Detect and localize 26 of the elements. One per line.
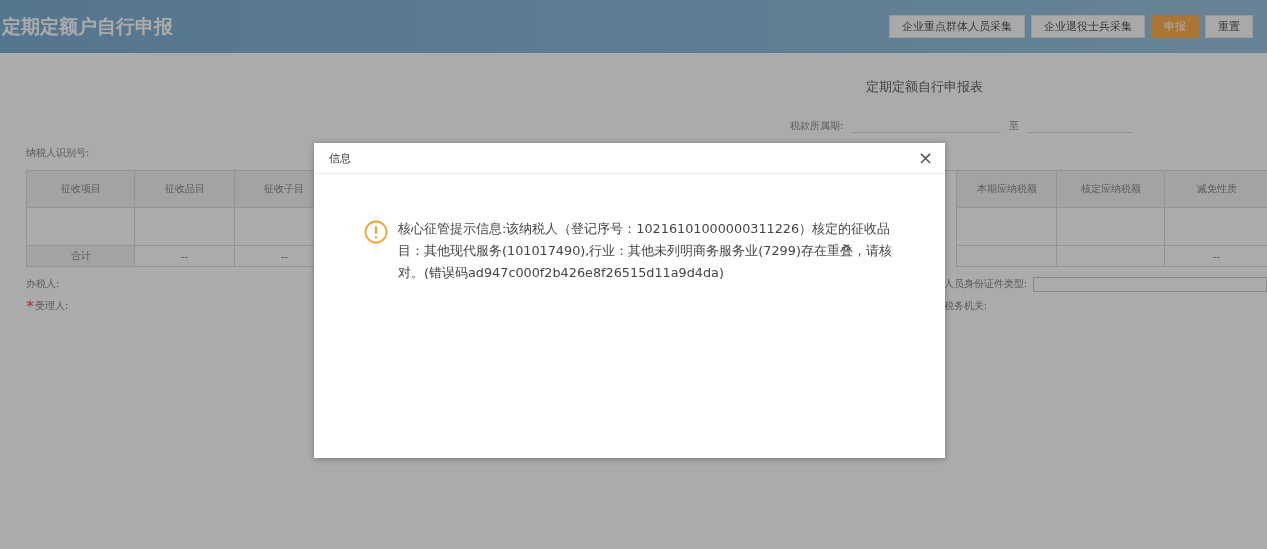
dialog-message: 核心征管提示信息:该纳税人（登记序号：10216101000000311226）核定的征收品目：其他现代服务(101017490),行业：其他未列明商务服务业(7299)存在重叠，请核对。(错误码ad947c000f2b426e8f26515d11a9d4da)	[398, 220, 893, 282]
header-button[interactable]: 企业重点群体人员采集	[889, 15, 1025, 38]
field-label: 税款所属期:	[790, 119, 844, 133]
page-title: 定期定额户自行申报	[1, 13, 173, 39]
required-mark: *	[26, 296, 34, 316]
close-button[interactable]: ×	[917, 149, 933, 167]
column-header: 核定应纳税额	[1057, 171, 1165, 208]
dialog-title: 信息	[329, 150, 351, 166]
field-label: 办税人:	[26, 277, 60, 291]
column-header: 本期应纳税额	[957, 171, 1057, 208]
table-cell: --	[1165, 246, 1267, 267]
field-label: 至	[1009, 119, 1020, 133]
column-header: 减免性质	[1165, 171, 1267, 208]
field-label: 受理人:	[35, 299, 69, 313]
warning-icon	[364, 220, 388, 244]
field-label: 税务机关:	[943, 299, 987, 313]
header-button[interactable]: 企业退役士兵采集	[1031, 15, 1145, 38]
id-type-select[interactable]	[1033, 276, 1267, 292]
column-header: 征收品目	[135, 171, 235, 208]
header-button[interactable]: 重置	[1205, 15, 1253, 38]
column-header: 征收项目	[27, 171, 135, 208]
field-label: 纳税人识别号:	[26, 147, 90, 158]
table-cell: 合计	[27, 246, 135, 267]
table-cell: --	[135, 246, 235, 267]
field-label: 人员身份证件类型:	[943, 277, 1027, 291]
form-title: 定期定额自行申报表	[866, 78, 984, 96]
